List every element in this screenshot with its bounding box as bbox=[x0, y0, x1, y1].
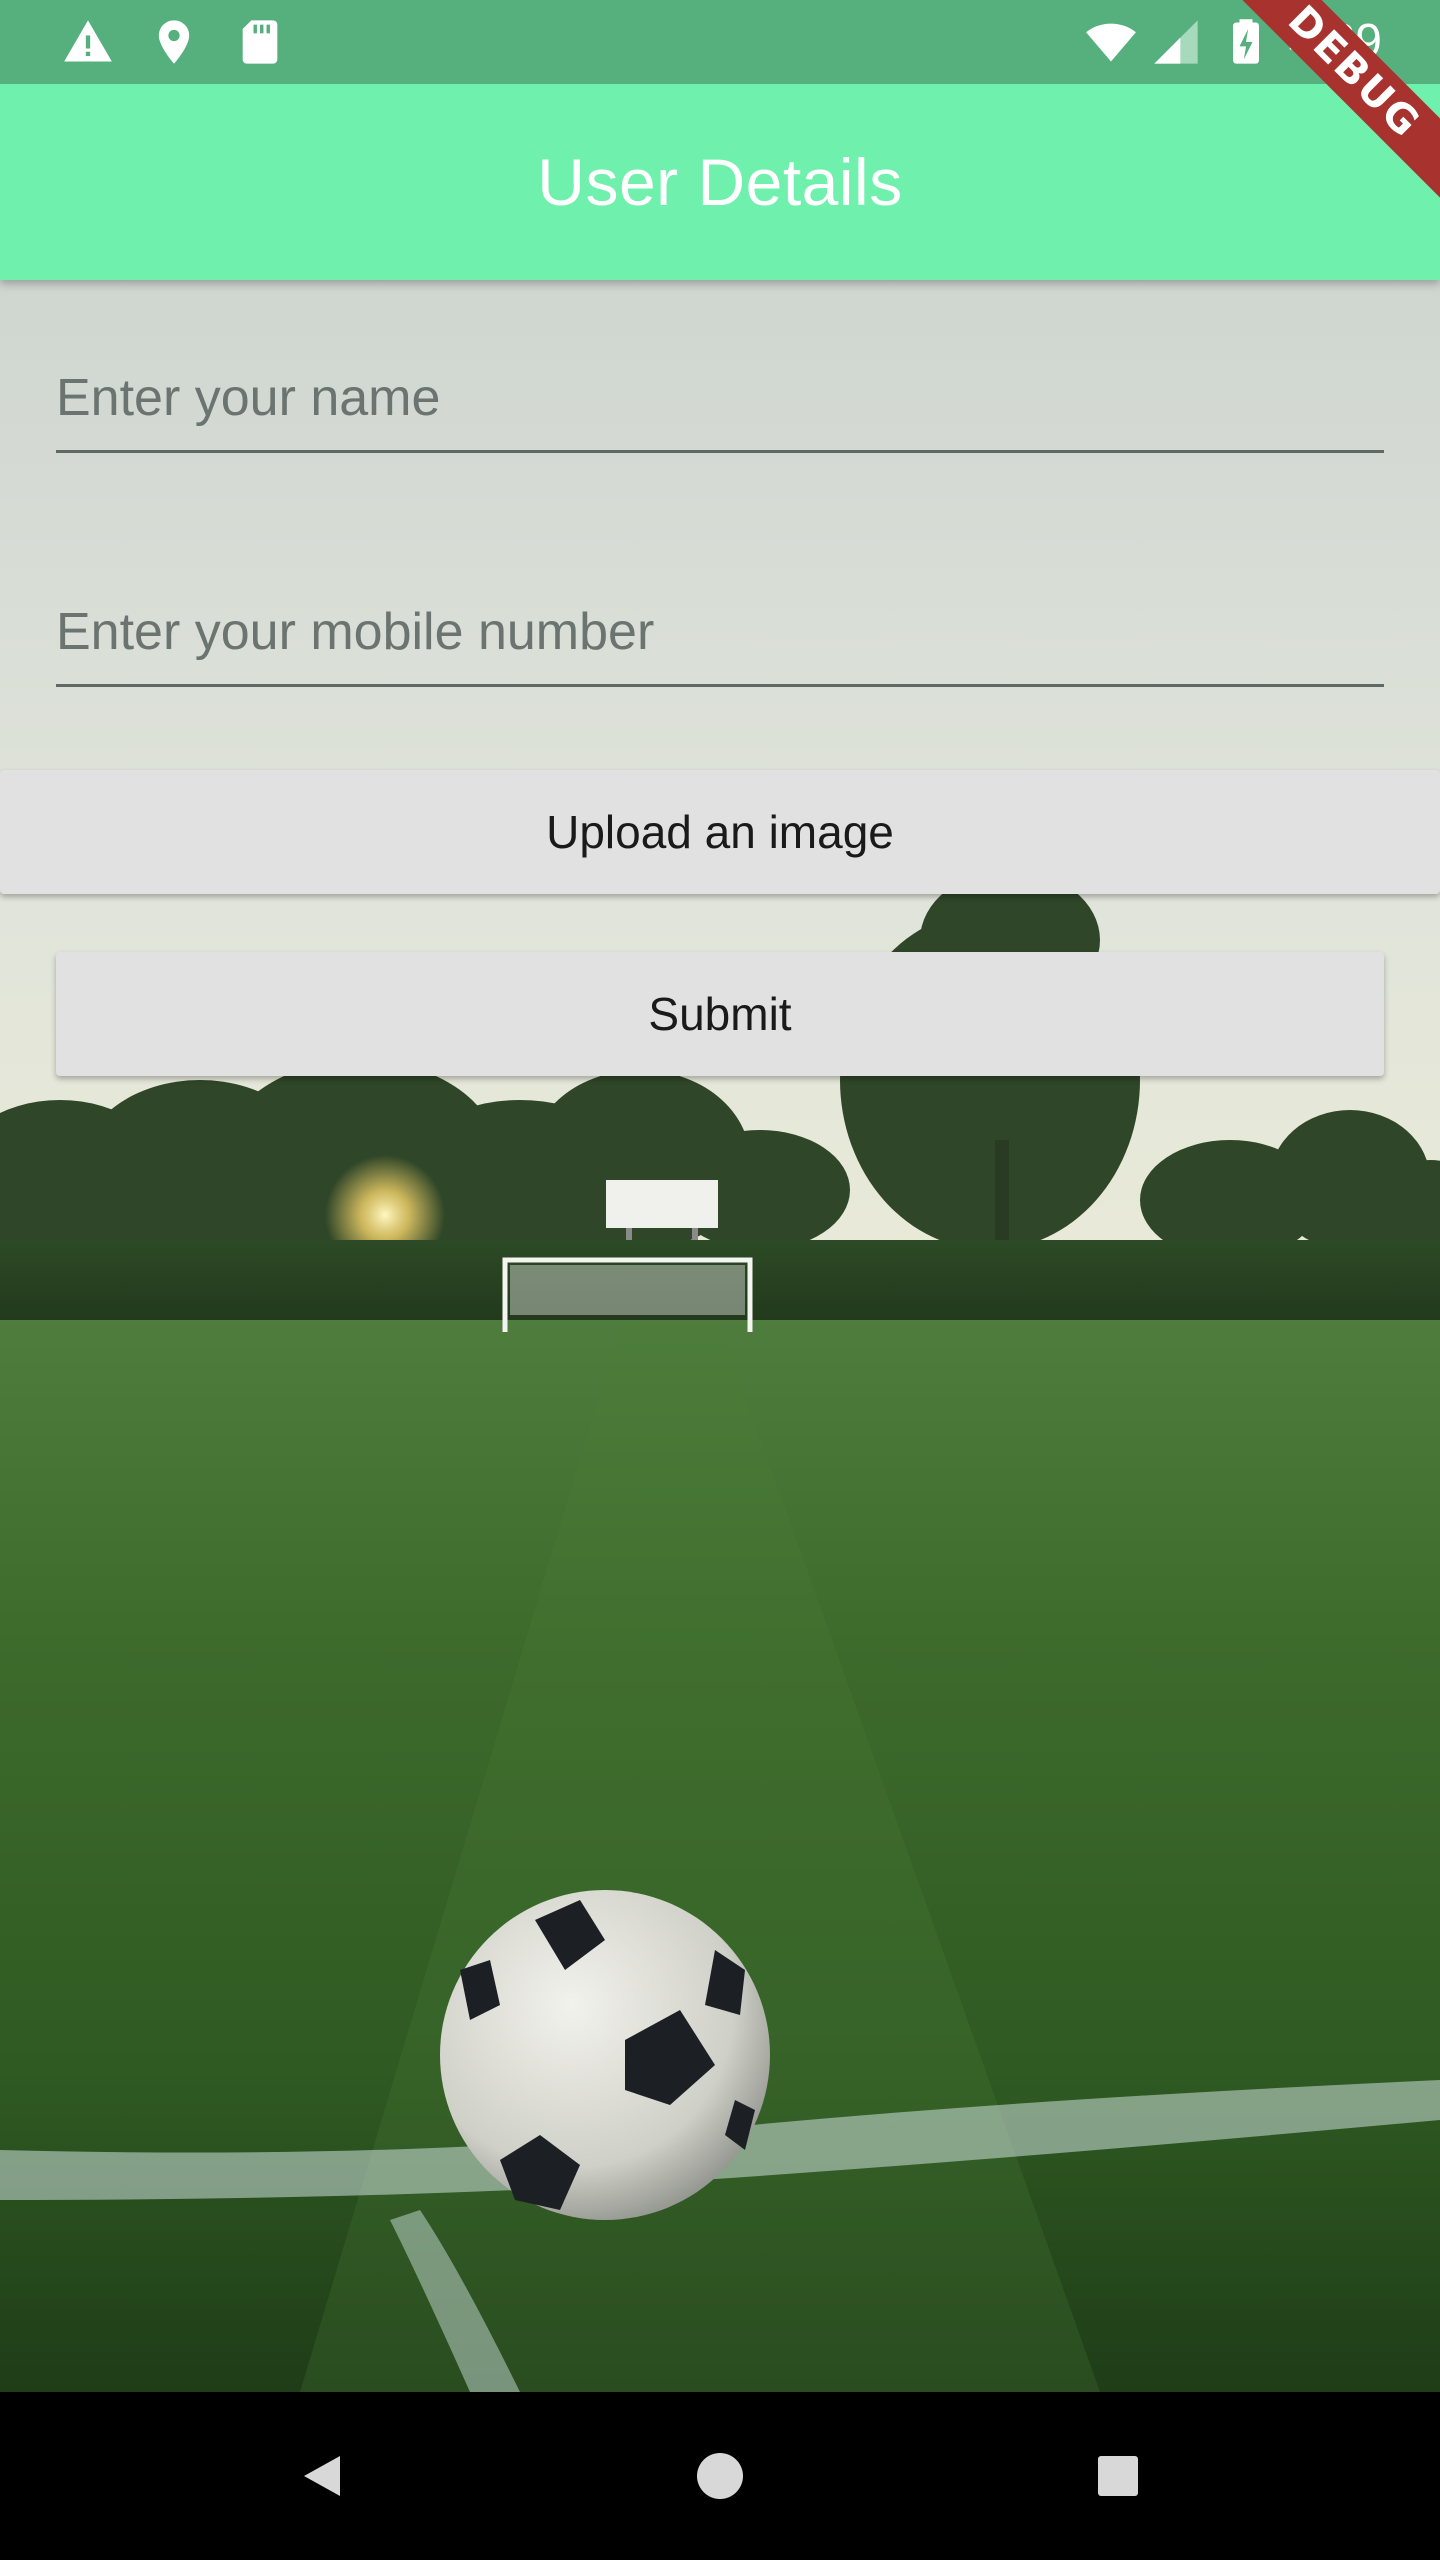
submit-button-label: Submit bbox=[648, 988, 792, 1040]
warning-icon bbox=[64, 20, 112, 62]
back-icon bbox=[304, 2456, 340, 2496]
upload-image-button-label: Upload an image bbox=[546, 806, 894, 858]
cellular-signal-icon bbox=[1154, 20, 1198, 64]
recents-icon bbox=[1098, 2456, 1138, 2496]
mobile-number-input[interactable] bbox=[56, 580, 1384, 687]
wifi-icon bbox=[1086, 23, 1136, 62]
recents-button[interactable] bbox=[1078, 2436, 1158, 2516]
app-bar: User Details bbox=[0, 84, 1440, 280]
upload-image-button[interactable]: Upload an image bbox=[0, 770, 1440, 894]
page-title: User Details bbox=[537, 145, 903, 219]
location-pin-icon bbox=[158, 20, 190, 64]
navigation-bar bbox=[0, 2392, 1440, 2560]
battery-charging-icon bbox=[1233, 19, 1259, 64]
back-button[interactable] bbox=[282, 2436, 362, 2516]
status-bar: 4:39 bbox=[0, 0, 1440, 84]
submit-button[interactable]: Submit bbox=[56, 952, 1384, 1076]
name-input[interactable] bbox=[56, 346, 1384, 453]
home-button[interactable] bbox=[680, 2436, 760, 2516]
home-icon bbox=[697, 2453, 743, 2499]
status-time: 4:39 bbox=[1288, 15, 1382, 68]
sd-card-icon bbox=[242, 20, 278, 64]
